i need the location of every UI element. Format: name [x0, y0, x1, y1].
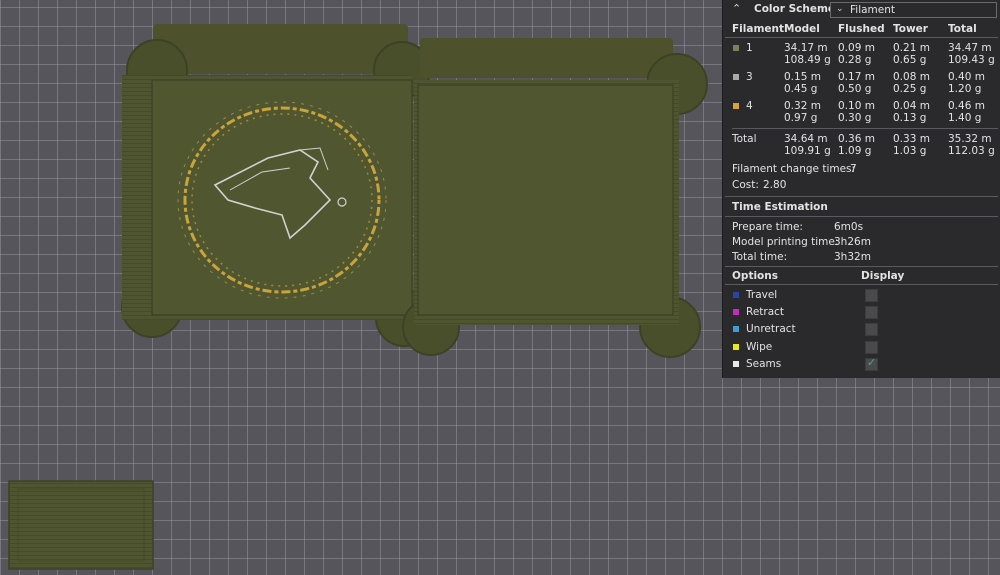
chevron-down-icon: ⌄ — [836, 4, 844, 14]
total-weight: 112.03 g — [948, 145, 995, 157]
collapse-panel-icon[interactable]: ⌃ — [732, 2, 741, 15]
model-printing-time-label: Model printing time: — [732, 236, 839, 248]
tower-weight: 1.03 g — [893, 145, 927, 157]
tower-length: 0.04 m — [893, 100, 930, 112]
model-length: 0.15 m — [784, 71, 821, 83]
prepare-time-value: 6m0s — [834, 221, 864, 233]
filament-change-label: Filament change times: — [732, 163, 856, 175]
col-header-tower: Tower — [893, 23, 928, 35]
tower-length: 0.08 m — [893, 71, 930, 83]
divider — [725, 284, 998, 285]
flushed-weight: 1.09 g — [838, 145, 872, 157]
flushed-length: 0.17 m — [838, 71, 875, 83]
cost-value: 2.80 — [763, 179, 787, 191]
tower-weight: 0.13 g — [893, 112, 927, 124]
prepare-time-label: Prepare time: — [732, 221, 803, 233]
divider — [725, 196, 998, 197]
option-label: Seams — [746, 358, 782, 370]
seams-display-checkbox[interactable] — [865, 356, 878, 371]
option-label: Travel — [746, 289, 778, 301]
total-time-label: Total time: — [732, 251, 788, 263]
tower-weight: 0.25 g — [893, 83, 927, 95]
col-header-total: Total — [948, 23, 977, 35]
filament-change-value: 7 — [850, 163, 857, 175]
flushed-weight: 0.30 g — [838, 112, 872, 124]
tower-weight: 0.65 g — [893, 54, 927, 66]
flushed-weight: 0.28 g — [838, 54, 872, 66]
small-part-model — [8, 480, 154, 570]
filament-id: 4 — [746, 100, 753, 112]
col-header-model: Model — [784, 23, 820, 35]
seams-color-swatch — [733, 361, 739, 367]
color-scheme-value: Filament — [850, 4, 896, 16]
options-header: Options — [732, 270, 778, 282]
model-weight: 108.49 g — [784, 54, 831, 66]
filament-id: 3 — [746, 71, 753, 83]
col-header-filament: Filament — [732, 23, 785, 35]
color-scheme-label: Color Scheme — [754, 3, 836, 15]
model-weight: 0.97 g — [784, 112, 818, 124]
divider — [725, 266, 998, 267]
filament-color-swatch — [733, 45, 739, 51]
time-estimation-title: Time Estimation — [732, 201, 828, 213]
retract-color-swatch — [733, 309, 739, 315]
option-label: Unretract — [746, 323, 796, 335]
cost-label: Cost: — [732, 179, 759, 191]
tower-length: 0.33 m — [893, 133, 930, 145]
option-label: Wipe — [746, 341, 773, 353]
model-printing-time-value: 3h26m — [834, 236, 871, 248]
model-length: 0.32 m — [784, 100, 821, 112]
travel-color-swatch — [733, 292, 739, 298]
wipe-display-checkbox[interactable] — [865, 341, 878, 354]
color-scheme-select[interactable]: ⌄ Filament — [830, 2, 997, 18]
model-length: 34.17 m — [784, 42, 828, 54]
flushed-length: 0.36 m — [838, 133, 875, 145]
model-length: 34.64 m — [784, 133, 828, 145]
model-weight: 0.45 g — [784, 83, 818, 95]
model-weight: 109.91 g — [784, 145, 831, 157]
option-label: Retract — [746, 306, 785, 318]
gcode-legend-panel: ⌃ Color Scheme ⌄ Filament Filament Model… — [723, 0, 1000, 378]
filament-id: 1 — [746, 42, 753, 54]
display-header: Display — [861, 270, 905, 282]
total-length: 0.46 m — [948, 100, 985, 112]
tower-length: 0.21 m — [893, 42, 930, 54]
unretract-color-swatch — [733, 326, 739, 332]
retract-display-checkbox[interactable] — [865, 306, 878, 319]
filament-color-swatch — [733, 74, 739, 80]
filament-color-swatch — [733, 103, 739, 109]
total-time-value: 3h32m — [834, 251, 871, 263]
travel-display-checkbox[interactable] — [865, 289, 878, 302]
divider — [732, 128, 998, 129]
total-weight: 1.20 g — [948, 83, 982, 95]
col-header-flushed: Flushed — [838, 23, 885, 35]
total-weight: 1.40 g — [948, 112, 982, 124]
total-length: 0.40 m — [948, 71, 985, 83]
divider — [725, 216, 998, 217]
wipe-color-swatch — [733, 344, 739, 350]
unretract-display-checkbox[interactable] — [865, 323, 878, 336]
total-weight: 109.43 g — [948, 54, 995, 66]
total-row-label: Total — [732, 133, 757, 145]
total-length: 34.47 m — [948, 42, 992, 54]
right-box-model — [402, 38, 708, 358]
flushed-length: 0.10 m — [838, 100, 875, 112]
divider — [725, 37, 998, 38]
flushed-length: 0.09 m — [838, 42, 875, 54]
total-length: 35.32 m — [948, 133, 992, 145]
flushed-weight: 0.50 g — [838, 83, 872, 95]
